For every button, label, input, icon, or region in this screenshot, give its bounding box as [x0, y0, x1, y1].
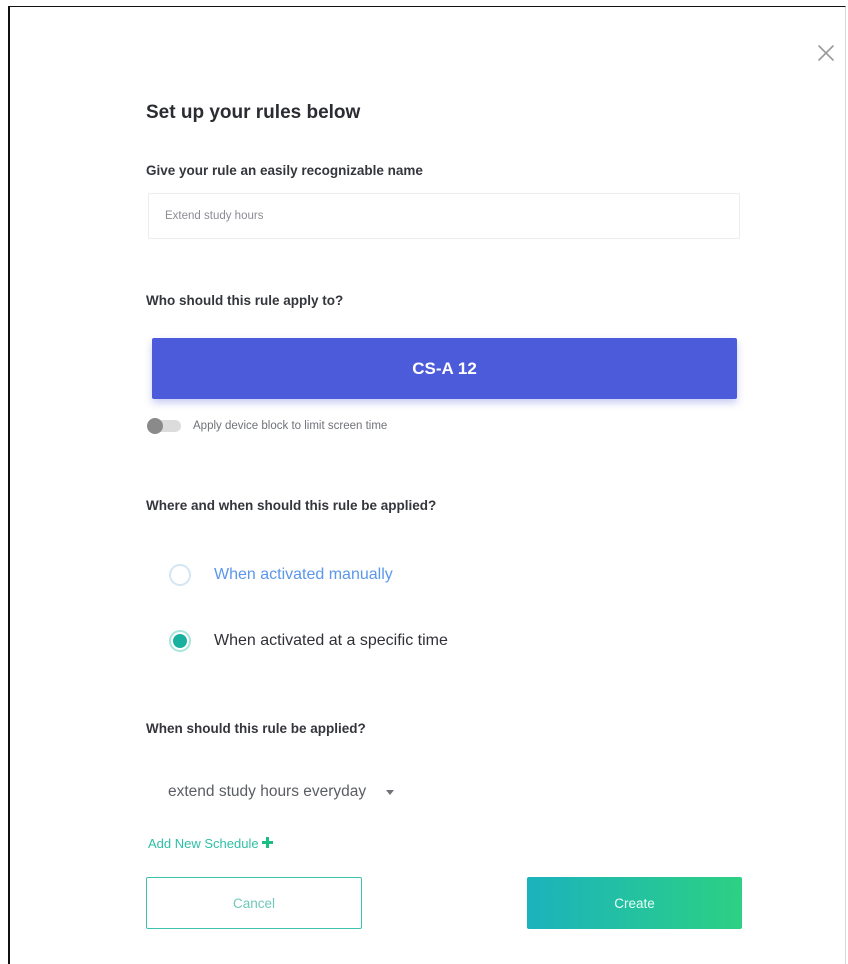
option-specific-time[interactable]: When activated at a specific time — [169, 630, 448, 652]
radio-selected[interactable] — [169, 630, 191, 652]
radio-unselected[interactable] — [169, 564, 191, 586]
rule-name-input[interactable] — [148, 193, 740, 239]
rule-setup-modal: Set up your rules below Give your rule a… — [8, 6, 846, 964]
option-manual[interactable]: When activated manually — [169, 564, 393, 586]
create-button[interactable]: Create — [527, 877, 742, 929]
group-select-button[interactable]: CS-A 12 — [152, 338, 737, 399]
radio-dot — [173, 634, 187, 648]
device-block-toggle-row[interactable]: Apply device block to limit screen time — [147, 418, 388, 434]
close-icon[interactable] — [816, 43, 836, 63]
schedule-dropdown[interactable]: extend study hours everyday — [152, 779, 410, 805]
apply-to-label: Who should this rule apply to? — [146, 293, 344, 308]
cancel-button[interactable]: Cancel — [146, 877, 362, 929]
plus-icon — [261, 836, 273, 851]
schedule-label: When should this rule be applied? — [146, 721, 366, 736]
option-manual-label: When activated manually — [214, 566, 393, 583]
option-specific-time-label: When activated at a specific time — [214, 632, 448, 649]
rule-name-label: Give your rule an easily recognizable na… — [146, 163, 423, 178]
schedule-selected-value: extend study hours everyday — [168, 783, 367, 800]
where-when-label: Where and when should this rule be appli… — [146, 498, 437, 513]
caret-down-icon — [386, 789, 395, 795]
toggle-knob — [147, 418, 163, 434]
add-new-schedule-label: Add New Schedule — [148, 836, 259, 851]
device-block-toggle[interactable] — [147, 418, 181, 434]
device-block-label: Apply device block to limit screen time — [193, 420, 388, 432]
modal-heading: Set up your rules below — [146, 102, 361, 123]
add-new-schedule-link[interactable]: Add New Schedule — [148, 836, 273, 851]
